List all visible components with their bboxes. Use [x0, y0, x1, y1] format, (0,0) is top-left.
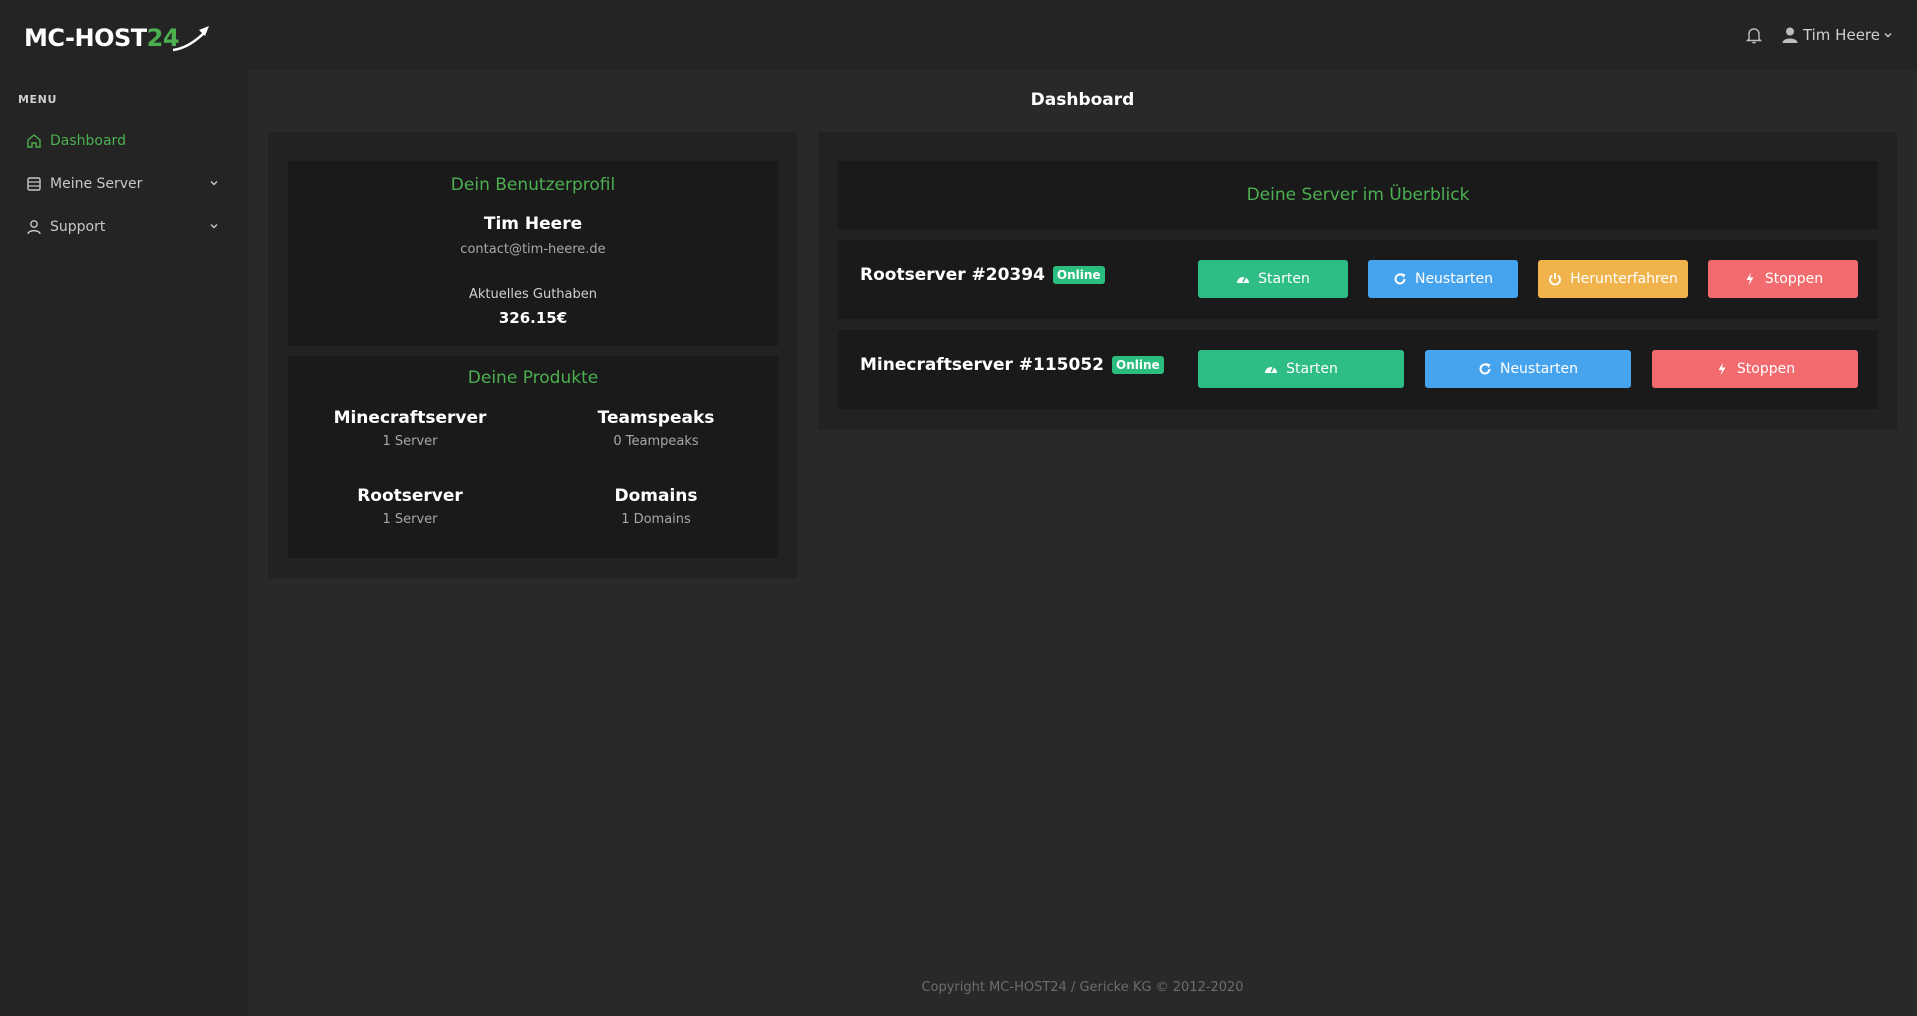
server-name: Minecraftserver #115052 [860, 355, 1104, 375]
bolt-icon [1715, 362, 1729, 376]
start-button[interactable]: Starten [1198, 260, 1348, 298]
button-label: Starten [1286, 361, 1338, 377]
button-label: Neustarten [1414, 271, 1494, 287]
products-card: Deine Produkte Minecraftserver 1 Server … [288, 356, 778, 558]
status-badge: Online [1112, 356, 1164, 374]
user-icon [26, 219, 42, 235]
stop-button[interactable]: Stoppen [1652, 350, 1858, 388]
servers-title: Deine Server im Überblick [1246, 185, 1470, 205]
product-name: Minecraftserver [333, 408, 487, 428]
bolt-icon [1743, 272, 1757, 286]
page-title: Dashboard [1030, 90, 1135, 110]
product-rootserver: Rootserver 1 Server [310, 486, 510, 527]
products-title: Deine Produkte [467, 368, 599, 388]
product-count: 0 Teampeaks [613, 434, 699, 449]
sidebar-item-dashboard[interactable]: Dashboard [18, 124, 228, 158]
start-button[interactable]: Starten [1198, 350, 1404, 388]
server-name-wrap: Minecraftserver #115052 Online [860, 355, 1164, 375]
restart-button[interactable]: Neustarten [1368, 260, 1518, 298]
server-icon [26, 176, 42, 192]
user-name: Tim Heere [1802, 26, 1880, 44]
sidebar-item-label: Support [50, 219, 106, 235]
gauge-icon [1264, 362, 1278, 376]
sidebar-item-support[interactable]: Support [18, 210, 228, 244]
balance-label: Aktuelles Guthaben [469, 287, 597, 302]
profile-card: Dein Benutzerprofil Tim Heere contact@ti… [288, 161, 778, 346]
footer-copyright: Copyright MC-HOST24 / Gericke KG © 2012-… [921, 980, 1244, 995]
product-domains: Domains 1 Domains [556, 486, 756, 527]
product-name: Domains [614, 486, 698, 506]
button-label: Stoppen [1764, 271, 1824, 287]
topbar: Tim Heere [248, 0, 1917, 70]
server-name: Rootserver #20394 [860, 265, 1045, 285]
product-count: 1 Domains [621, 512, 691, 527]
user-menu[interactable]: Tim Heere [1781, 22, 1893, 48]
redo-icon [1478, 362, 1492, 376]
brand-logo[interactable]: MC-HOST24 [24, 18, 211, 58]
logo-text: MC-HOST [24, 24, 147, 52]
product-count: 1 Server [382, 512, 438, 527]
status-badge: Online [1052, 266, 1105, 284]
server-row: Minecraftserver #115052 Online Starten N… [838, 330, 1878, 409]
sidebar: MC-HOST24 MENU Dashboard Meine Server Su… [0, 0, 248, 1016]
product-minecraftserver: Minecraftserver 1 Server [310, 408, 510, 449]
server-row: Rootserver #20394 Online Starten Neustar… [838, 240, 1878, 319]
server-name-wrap: Rootserver #20394 Online [860, 265, 1105, 285]
stop-button[interactable]: Stoppen [1708, 260, 1858, 298]
product-teamspeaks: Teamspeaks 0 Teampeaks [556, 408, 756, 449]
profile-title: Dein Benutzerprofil [450, 175, 616, 195]
servers-header-card: Deine Server im Überblick [838, 161, 1878, 229]
product-name: Rootserver [357, 486, 463, 506]
avatar-icon [1782, 27, 1798, 43]
bell-icon[interactable] [1745, 26, 1763, 44]
logo-accent-text: 24 [146, 24, 180, 52]
product-name: Teamspeaks [597, 408, 715, 428]
balance-value: 326.15€ [498, 309, 568, 327]
shutdown-button[interactable]: Herunterfahren [1538, 260, 1688, 298]
button-label: Herunterfahren [1570, 271, 1678, 287]
gauge-icon [1236, 272, 1250, 286]
power-icon [1548, 272, 1562, 286]
profile-name: Tim Heere [483, 214, 583, 234]
button-label: Stoppen [1736, 361, 1796, 377]
button-label: Neustarten [1499, 361, 1579, 377]
sidebar-item-label: Meine Server [50, 176, 143, 192]
button-label: Starten [1258, 271, 1310, 287]
restart-button[interactable]: Neustarten [1425, 350, 1631, 388]
product-count: 1 Server [382, 434, 438, 449]
chevron-down-icon [1884, 33, 1892, 38]
home-icon [26, 133, 42, 149]
sidebar-item-label: Dashboard [50, 133, 126, 149]
chevron-down-icon [210, 224, 218, 229]
chevron-down-icon [210, 181, 218, 186]
menu-title: MENU [18, 93, 57, 106]
sidebar-item-meine-server[interactable]: Meine Server [18, 167, 228, 201]
profile-email: contact@tim-heere.de [460, 242, 606, 257]
redo-icon [1393, 272, 1407, 286]
